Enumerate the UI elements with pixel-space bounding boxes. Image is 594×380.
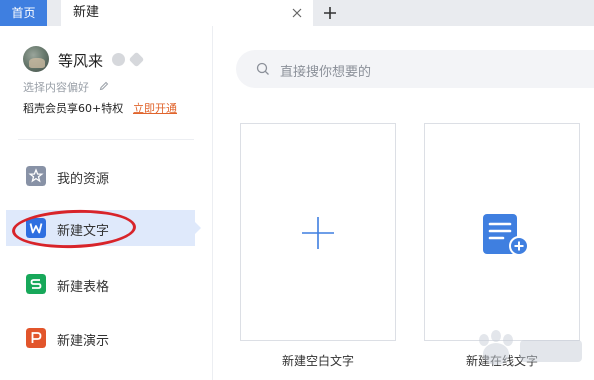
sidebar-item-my-resources[interactable]: 我的资源 bbox=[6, 158, 195, 194]
sidebar-item-label: 我的资源 bbox=[57, 172, 110, 187]
tab-home[interactable]: 首页 bbox=[0, 0, 47, 26]
sidebar-item-new-presentation[interactable]: 新建演示 bbox=[6, 320, 195, 356]
avatar[interactable] bbox=[23, 46, 49, 72]
sheet-icon bbox=[26, 274, 46, 294]
sidebar-item-label: 新建演示 bbox=[57, 334, 110, 349]
member-badge-icon bbox=[112, 53, 125, 66]
new-online-document-card[interactable] bbox=[424, 123, 580, 341]
username[interactable]: 等风来 bbox=[58, 50, 103, 71]
preference-link[interactable]: 选择内容偏好 bbox=[23, 79, 89, 95]
search-placeholder: 直接搜你想要的 bbox=[280, 65, 372, 80]
vip-promo-text: 稻壳会员享60+特权 bbox=[23, 102, 124, 115]
card-label: 新建空白文字 bbox=[282, 354, 355, 368]
sidebar-item-new-spreadsheet[interactable]: 新建表格 bbox=[6, 266, 195, 302]
tab-bar: 首页 新建 bbox=[0, 0, 594, 26]
close-icon[interactable] bbox=[291, 7, 303, 19]
presentation-icon bbox=[26, 328, 46, 348]
edit-icon[interactable] bbox=[99, 81, 109, 91]
tab-new-label: 新建 bbox=[73, 5, 100, 20]
vip-activate-link[interactable]: 立即开通 bbox=[133, 100, 177, 116]
new-blank-document-card[interactable] bbox=[240, 123, 396, 341]
online-doc-icon bbox=[483, 214, 529, 256]
search-bar[interactable]: 直接搜你想要的 bbox=[236, 50, 594, 88]
sidebar-item-label: 新建表格 bbox=[57, 280, 110, 295]
plus-icon bbox=[302, 217, 334, 249]
watermark-logo-icon bbox=[479, 330, 582, 365]
tab-new[interactable]: 新建 bbox=[61, 0, 313, 26]
active-indicator bbox=[195, 222, 201, 234]
sidebar-separator bbox=[18, 139, 194, 140]
star-icon bbox=[26, 166, 46, 186]
search-icon bbox=[256, 62, 269, 75]
sidebar-divider bbox=[212, 26, 213, 380]
add-tab-icon[interactable] bbox=[322, 5, 338, 21]
